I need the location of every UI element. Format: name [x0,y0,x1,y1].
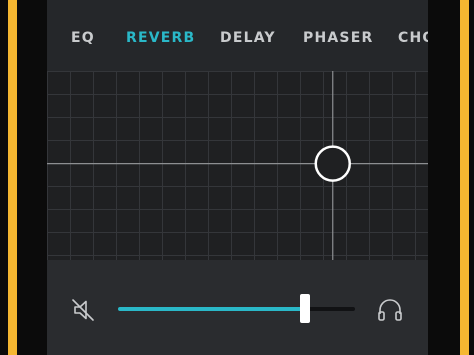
tab-chorus[interactable]: CHO [398,30,428,46]
xy-pad[interactable] [47,71,428,260]
headphones-icon [378,299,402,321]
mute-button[interactable] [71,297,97,323]
headphones-button[interactable] [376,297,404,323]
volume-bar [47,260,428,355]
tab-eq[interactable]: EQ [71,30,95,46]
tab-phaser[interactable]: PHASER [303,30,373,46]
xy-pad-canvas [47,71,428,260]
effects-screen: EQ REVERB DELAY PHASER CHO [47,0,428,355]
tab-reverb[interactable]: REVERB [126,30,195,46]
tab-delay[interactable]: DELAY [220,30,276,46]
effect-tabs: EQ REVERB DELAY PHASER CHO [47,0,428,71]
frame-edge-right [460,0,469,355]
volume-slider-fill [118,307,306,311]
frame-edge-left [8,0,17,355]
volume-slider-thumb[interactable] [300,294,311,323]
volume-slider[interactable] [118,294,355,323]
pad-grid [47,71,428,260]
app-frame: EQ REVERB DELAY PHASER CHO [0,0,474,355]
xy-pad-handle[interactable] [314,145,351,182]
speaker-muted-icon [72,299,94,321]
